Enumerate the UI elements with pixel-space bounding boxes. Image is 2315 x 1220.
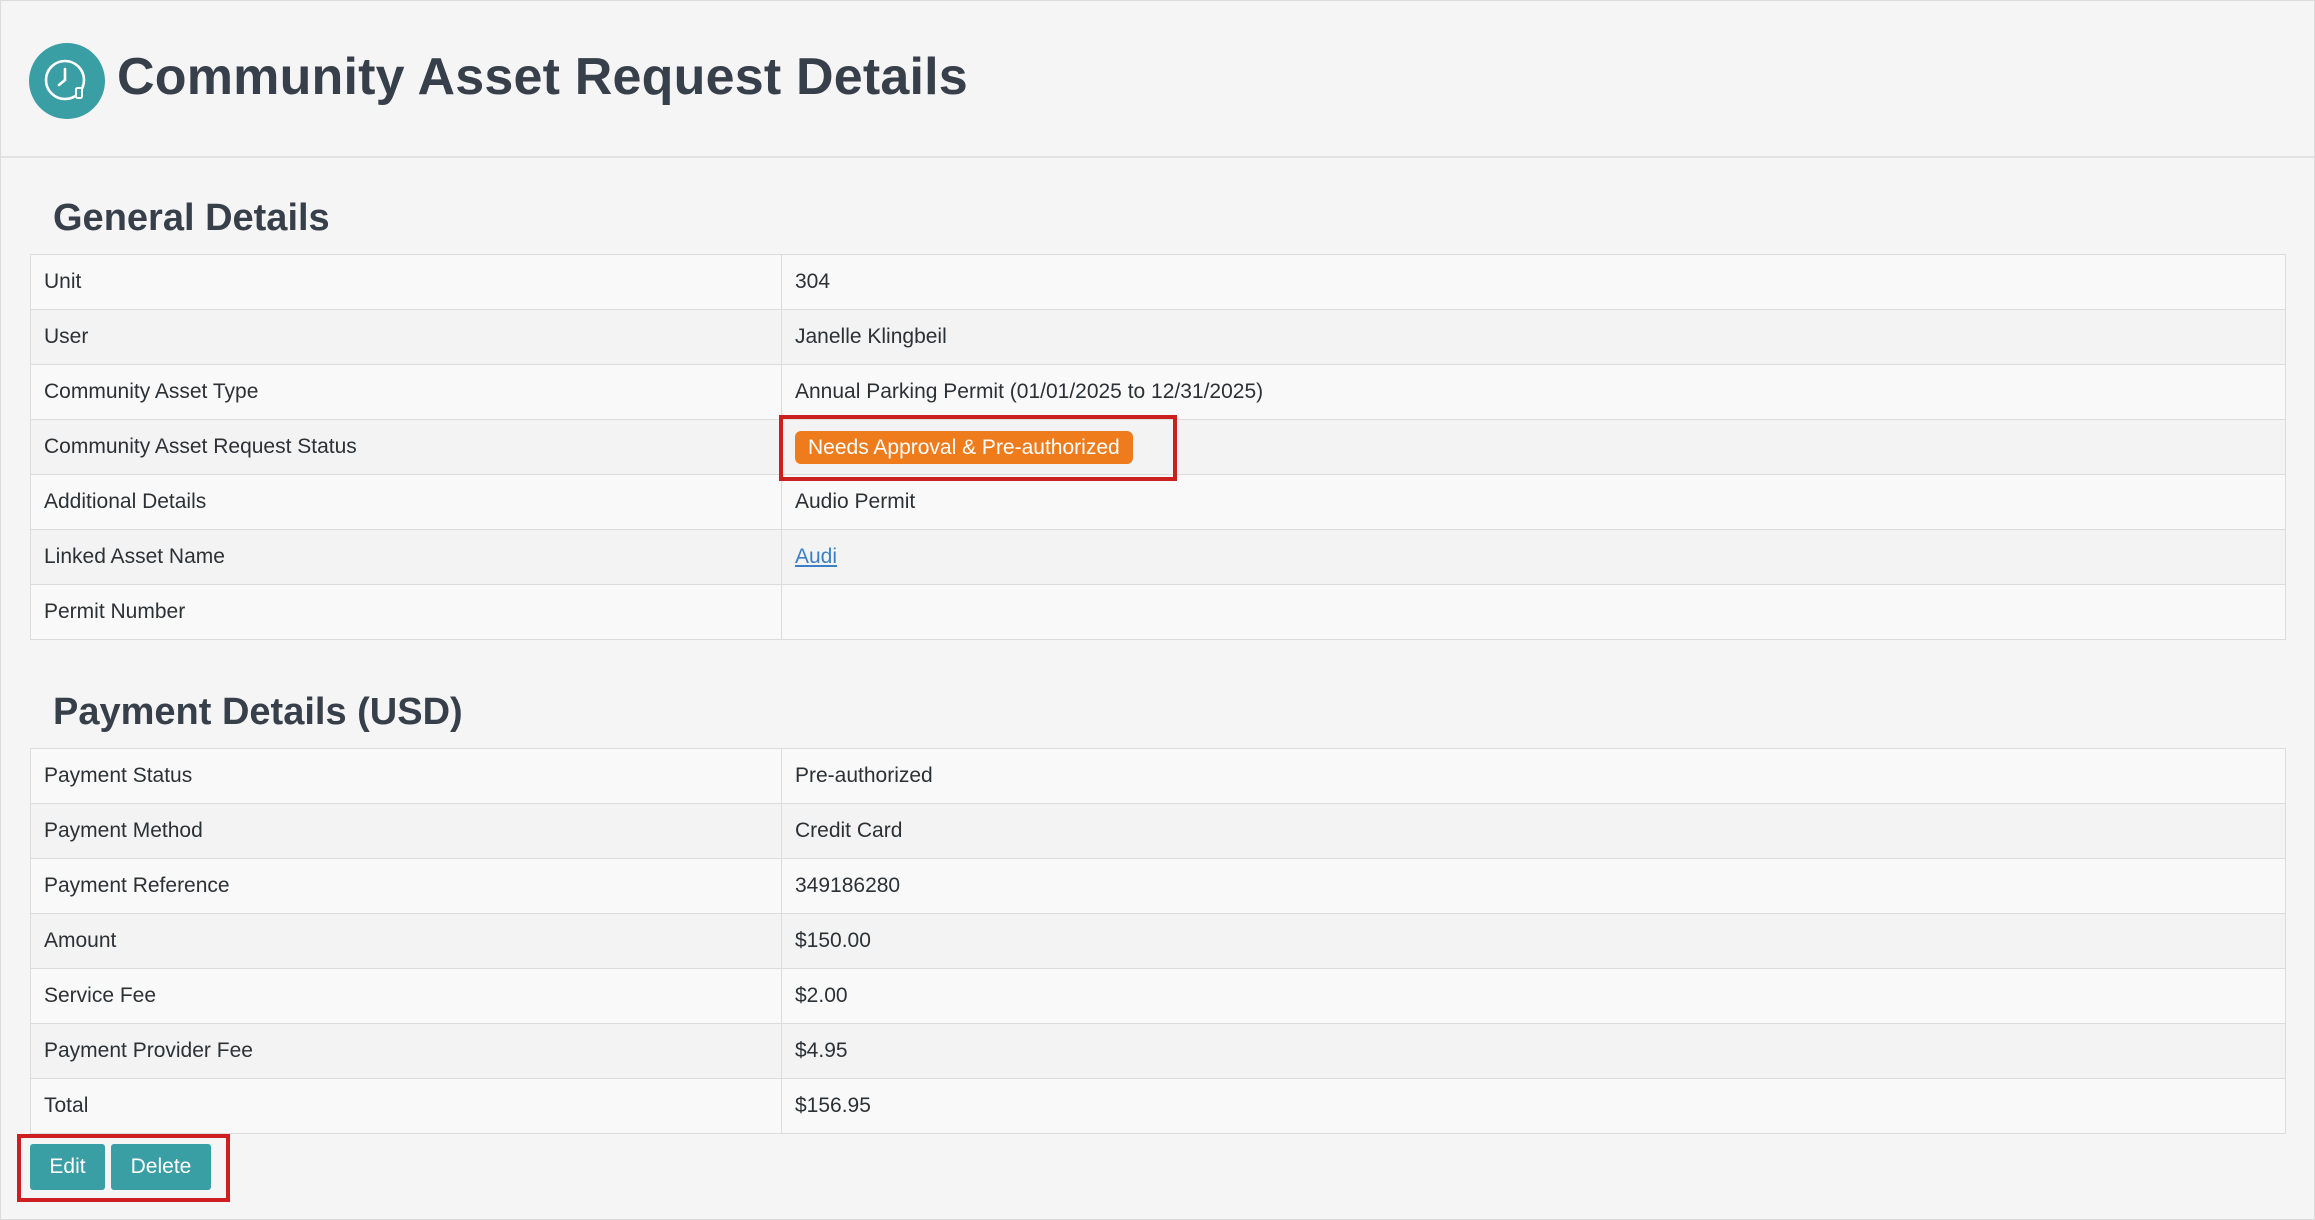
table-row: Permit Number [30,584,2286,640]
row-value: Pre-authorized [781,748,2286,804]
actions-highlight-box [17,1134,230,1202]
row-value: Credit Card [781,803,2286,859]
row-value: Annual Parking Permit (01/01/2025 to 12/… [781,364,2286,420]
table-row: Unit 304 [30,254,2286,310]
table-row: Payment Method Credit Card [30,803,2286,859]
row-label: Payment Provider Fee [30,1023,782,1079]
page-title: Community Asset Request Details [117,48,968,106]
row-value: Janelle Klingbeil [781,309,2286,365]
row-value: Audi [781,529,2286,585]
table-row: Amount $150.00 [30,913,2286,969]
row-label: User [30,309,782,365]
row-label: Additional Details [30,474,782,530]
row-value: 304 [781,254,2286,310]
table-row: Total $156.95 [30,1078,2286,1134]
general-details-title: General Details [53,197,330,239]
table-row: Payment Provider Fee $4.95 [30,1023,2286,1079]
table-row: User Janelle Klingbeil [30,309,2286,365]
table-row: Linked Asset Name Audi [30,529,2286,585]
row-label: Community Asset Request Status [30,419,782,475]
page-header: Community Asset Request Details [1,1,2314,158]
row-value: $150.00 [781,913,2286,969]
clock-icon [29,43,105,119]
table-row: Payment Reference 349186280 [30,858,2286,914]
payment-details-table: Payment Status Pre-authorized Payment Me… [30,748,2286,1134]
table-row: Service Fee $2.00 [30,968,2286,1024]
row-value: Audio Permit [781,474,2286,530]
row-label: Payment Method [30,803,782,859]
row-label: Permit Number [30,584,782,640]
row-label: Linked Asset Name [30,529,782,585]
table-row: Community Asset Type Annual Parking Perm… [30,364,2286,420]
row-label: Total [30,1078,782,1134]
row-value: $2.00 [781,968,2286,1024]
row-value: $4.95 [781,1023,2286,1079]
row-label: Payment Reference [30,858,782,914]
row-label: Unit [30,254,782,310]
row-label: Payment Status [30,748,782,804]
row-label: Service Fee [30,968,782,1024]
status-highlight-box [779,415,1177,481]
linked-asset-link[interactable]: Audi [795,545,837,568]
table-row: Payment Status Pre-authorized [30,748,2286,804]
row-label: Amount [30,913,782,969]
row-value [781,584,2286,640]
page-container: Community Asset Request Details General … [0,0,2315,1220]
row-value: 349186280 [781,858,2286,914]
table-row: Additional Details Audio Permit [30,474,2286,530]
payment-details-title: Payment Details (USD) [53,691,463,733]
row-value: $156.95 [781,1078,2286,1134]
row-label: Community Asset Type [30,364,782,420]
